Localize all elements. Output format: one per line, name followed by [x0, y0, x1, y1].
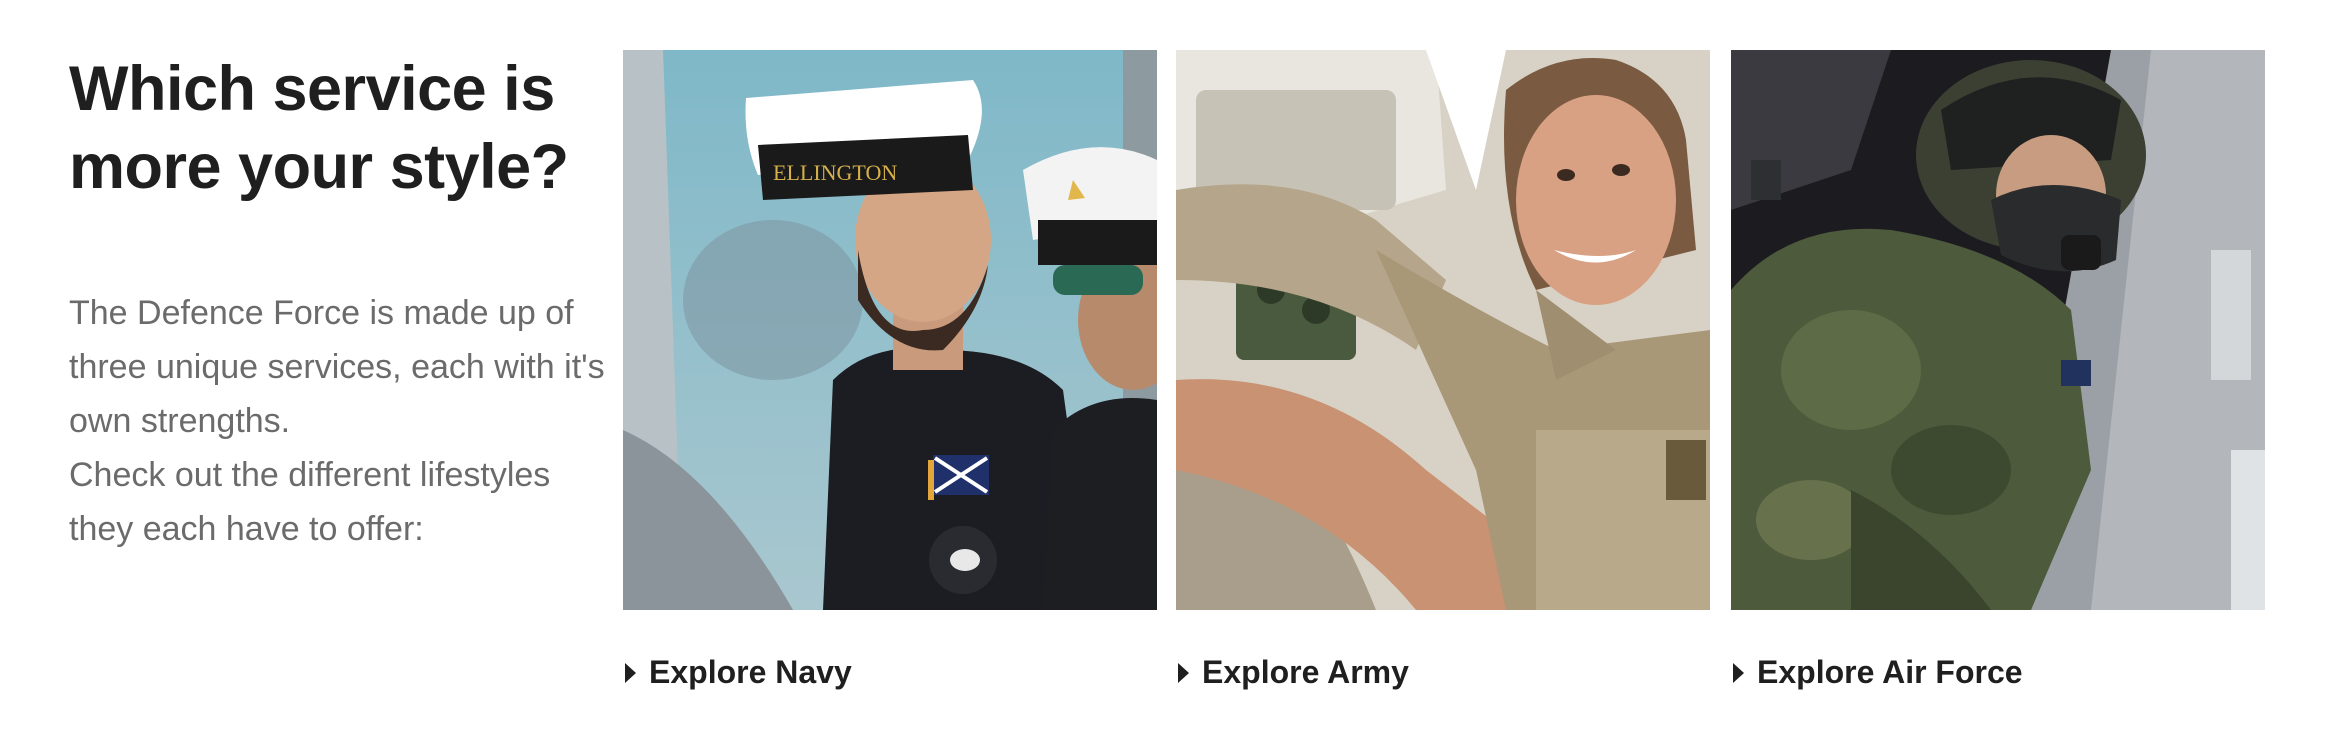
- caret-right-icon: [625, 662, 636, 683]
- service-card-airforce: Explore Air Force: [1731, 50, 2265, 691]
- caret-right-icon: [1178, 662, 1189, 683]
- air-force-pilot-image: [1731, 50, 2265, 610]
- explore-air-force-link[interactable]: Explore Air Force: [1731, 654, 2265, 691]
- description-line-1: The Defence Force is made up of three un…: [69, 294, 605, 440]
- navy-photo[interactable]: ELLINGTON: [623, 50, 1157, 610]
- intro-section: Which service is more your style? The De…: [69, 50, 609, 556]
- explore-army-label: Explore Army: [1202, 654, 1409, 690]
- army-photo[interactable]: [1176, 50, 1710, 610]
- explore-navy-label: Explore Navy: [649, 654, 852, 690]
- service-card-army: Explore Army: [1176, 50, 1710, 691]
- air-force-photo[interactable]: [1731, 50, 2265, 610]
- navy-sailor-image: ELLINGTON: [623, 50, 1157, 610]
- army-soldier-image: [1176, 50, 1710, 610]
- explore-navy-link[interactable]: Explore Navy: [623, 654, 1157, 691]
- explore-army-link[interactable]: Explore Army: [1176, 654, 1710, 691]
- navy-cap-band-text: ELLINGTON: [773, 160, 897, 185]
- page-heading: Which service is more your style?: [69, 54, 569, 202]
- description-line-2: Check out the different lifestyles they …: [69, 456, 551, 548]
- explore-air-force-label: Explore Air Force: [1757, 654, 2023, 690]
- intro-description: The Defence Force is made up of three un…: [69, 286, 609, 556]
- caret-right-icon: [1733, 662, 1744, 683]
- service-card-navy: ELLINGTON Explore Navy: [623, 50, 1157, 691]
